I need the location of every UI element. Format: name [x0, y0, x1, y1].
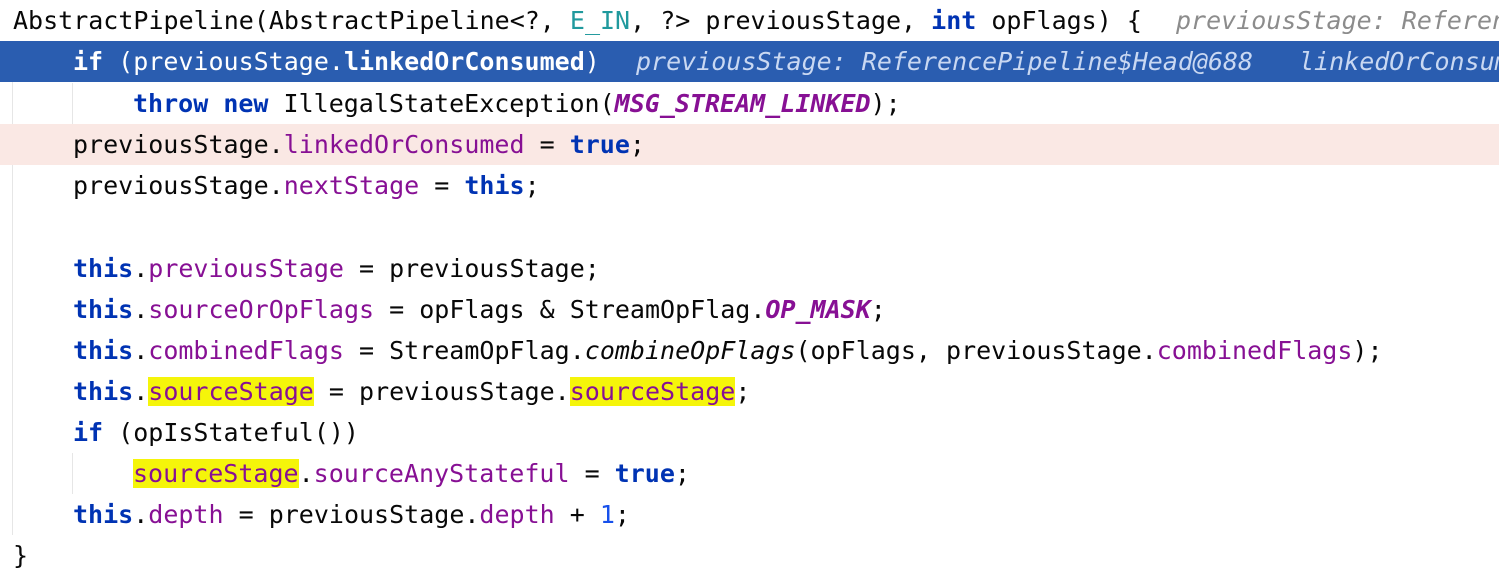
code-token: .: [133, 254, 149, 283]
field-reference: combinedFlags: [1156, 336, 1353, 365]
code-line-14[interactable]: }: [0, 535, 1499, 576]
code-token: = opFlags & StreamOpFlag.: [374, 295, 766, 324]
field-reference: nextStage: [283, 171, 420, 200]
keyword: this: [73, 336, 134, 365]
keyword: if: [73, 47, 104, 76]
static-method-call: combineOpFlags: [584, 336, 796, 365]
code-token: opFlags) {: [976, 6, 1142, 35]
current-execution-line[interactable]: if (previousStage.linkedOrConsumed) prev…: [0, 41, 1499, 82]
code-token: =: [524, 130, 570, 159]
code-line-7[interactable]: this.previousStage = previousStage;: [0, 248, 1499, 289]
code-token: = previousStage.: [223, 500, 480, 529]
field-reference: depth: [479, 500, 555, 529]
keyword: true: [614, 459, 675, 488]
code-token: ;: [735, 377, 751, 406]
code-token: =: [419, 171, 465, 200]
code-line-11[interactable]: if (opIsStateful()): [0, 412, 1499, 453]
code-line-6[interactable]: [0, 206, 1499, 247]
code-token: =: [569, 459, 615, 488]
field-reference: sourceAnyStateful: [313, 459, 570, 488]
code-token: ;: [614, 500, 630, 529]
code-token: , ?> previousStage,: [630, 6, 932, 35]
code-token: ;: [870, 295, 886, 324]
code-line-9[interactable]: this.combinedFlags = StreamOpFlag.combin…: [0, 330, 1499, 371]
number-literal: 1: [599, 500, 615, 529]
inline-debug-value: previousStage: Referen: [1176, 6, 1499, 35]
code-line-10[interactable]: this.sourceStage = previousStage.sourceS…: [0, 371, 1499, 412]
code-token: }: [13, 541, 29, 570]
constant-reference: OP_MASK: [765, 295, 871, 324]
code-token: = previousStage;: [343, 254, 600, 283]
code-token: );: [1352, 336, 1383, 365]
code-line-12[interactable]: sourceStage.sourceAnyStateful = true;: [0, 453, 1499, 494]
highlighted-field-reference: sourceStage: [133, 459, 299, 488]
field-reference: linkedOrConsumed: [283, 130, 525, 159]
code-token: ;: [524, 171, 540, 200]
code-token: = StreamOpFlag.: [343, 336, 585, 365]
keyword: this: [73, 500, 134, 529]
highlighted-field-reference: sourceStage: [569, 377, 736, 406]
inline-debug-value: previousStage: ReferencePipeline$Head@68…: [636, 47, 1254, 76]
code-token: = previousStage.: [313, 377, 570, 406]
code-line-8[interactable]: this.sourceOrOpFlags = opFlags & StreamO…: [0, 289, 1499, 330]
code-token: .: [298, 459, 314, 488]
keyword: this: [73, 254, 134, 283]
keyword: new: [223, 89, 269, 118]
constant-reference: MSG_STREAM_LINKED: [614, 89, 871, 118]
keyword: this: [73, 295, 134, 324]
code-token: previousStage.: [73, 130, 284, 159]
code-token: +: [554, 500, 600, 529]
code-token: ): [584, 47, 600, 76]
code-token: .: [133, 500, 149, 529]
code-token: );: [870, 89, 901, 118]
code-token: .: [133, 295, 149, 324]
code-line-3[interactable]: throw new IllegalStateException(MSG_STRE…: [0, 83, 1499, 124]
code-line-13[interactable]: this.depth = previousStage.depth + 1;: [0, 494, 1499, 535]
code-line-5[interactable]: previousStage.nextStage = this;: [0, 165, 1499, 206]
keyword: true: [569, 130, 630, 159]
code-token: AbstractPipeline(AbstractPipeline<?,: [13, 6, 570, 35]
field-reference: combinedFlags: [148, 336, 344, 365]
code-token: .: [133, 336, 149, 365]
keyword: throw: [133, 89, 209, 118]
code-token: (opFlags, previousStage.: [795, 336, 1157, 365]
keyword: this: [73, 377, 134, 406]
keyword: if: [73, 418, 104, 447]
breakpoint-line[interactable]: previousStage.linkedOrConsumed = true;: [0, 124, 1499, 165]
code-token: ;: [674, 459, 690, 488]
code-token: (previousStage.: [103, 47, 344, 76]
type-parameter: E_IN: [569, 6, 631, 35]
code-token: ;: [629, 130, 645, 159]
code-editor[interactable]: AbstractPipeline(AbstractPipeline<?, E_I…: [0, 0, 1499, 581]
code-line-1[interactable]: AbstractPipeline(AbstractPipeline<?, E_I…: [0, 0, 1499, 41]
keyword: this: [464, 171, 525, 200]
field-reference: previousStage: [148, 254, 344, 283]
code-token: previousStage.: [73, 171, 284, 200]
field-reference: depth: [148, 500, 224, 529]
code-token: .: [133, 377, 149, 406]
inline-debug-value: linkedOrConsumed: [1299, 47, 1499, 76]
code-token: (opIsStateful()): [103, 418, 359, 447]
code-token: IllegalStateException(: [268, 89, 615, 118]
field-reference: sourceOrOpFlags: [148, 295, 375, 324]
keyword: int: [931, 6, 977, 35]
field-reference: linkedOrConsumed: [343, 47, 585, 76]
highlighted-field-reference: sourceStage: [148, 377, 314, 406]
